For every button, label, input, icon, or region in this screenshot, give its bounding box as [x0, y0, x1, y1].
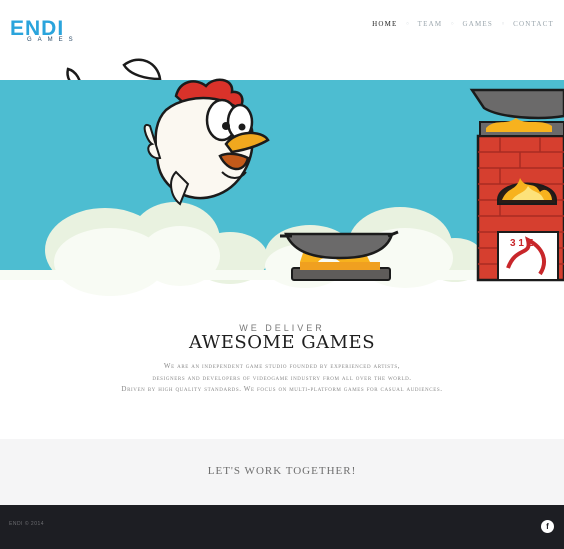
- description-line: designers and developers of videogame in…: [152, 373, 412, 382]
- nav-item-games[interactable]: GAMES: [462, 20, 493, 28]
- feather-icon: [122, 58, 162, 81]
- footer: [0, 505, 564, 549]
- cta-link[interactable]: LET'S WORK TOGETHER!: [0, 465, 564, 477]
- logo-subtitle: GAMES: [27, 37, 79, 43]
- nav-item-home[interactable]: HOME: [372, 20, 397, 28]
- section-headline: AWESOME GAMES: [188, 332, 376, 353]
- nav-item-contact[interactable]: CONTACT: [513, 20, 554, 28]
- facebook-icon[interactable]: f: [541, 520, 554, 533]
- hero-banner: 3 1 E: [0, 78, 564, 296]
- nav-separator-icon: ◦: [450, 20, 455, 28]
- nav-separator-icon: ◦: [500, 20, 506, 28]
- description-line: We are an independent game studio founde…: [163, 362, 401, 370]
- studio-description: We are an independent game studio founde…: [82, 361, 482, 396]
- nav-item-team[interactable]: TEAM: [418, 20, 443, 28]
- dragon-tile-text: 3 1 E: [510, 238, 534, 249]
- copyright-text: ENDI © 2014: [9, 521, 45, 527]
- main-nav: HOME ◦ TEAM ◦ GAMES ◦ CONTACT: [372, 20, 554, 28]
- nav-separator-icon: ◦: [405, 20, 410, 28]
- description-line: Driven by high quality standards. We foc…: [121, 385, 443, 393]
